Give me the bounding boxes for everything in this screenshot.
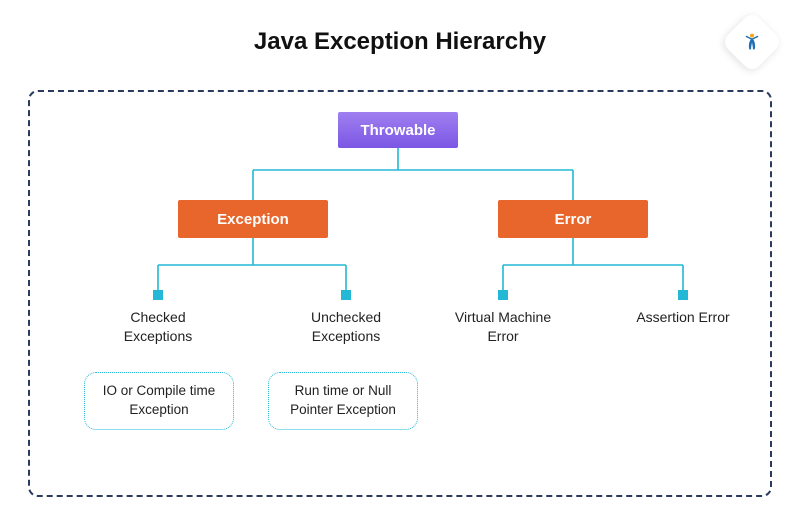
leaf-marker xyxy=(498,290,508,300)
person-reach-icon xyxy=(741,31,763,53)
node-throwable: Throwable xyxy=(338,112,458,148)
node-virtual-machine-error: Virtual Machine Error xyxy=(443,308,563,346)
leaf-marker xyxy=(678,290,688,300)
node-unchecked-exceptions: Unchecked Exceptions xyxy=(286,308,406,346)
connector-lines xyxy=(28,90,772,497)
node-error: Error xyxy=(498,200,648,238)
diagram-canvas: Throwable Exception Error Checked Except… xyxy=(28,90,772,497)
detail-runtime-null-pointer: Run time or Null Pointer Exception xyxy=(268,372,418,430)
leaf-marker xyxy=(153,290,163,300)
leaf-marker xyxy=(341,290,351,300)
page-title: Java Exception Hierarchy xyxy=(0,0,800,74)
detail-io-compile-exception: IO or Compile time Exception xyxy=(84,372,234,430)
node-exception: Exception xyxy=(178,200,328,238)
node-checked-exceptions: Checked Exceptions xyxy=(98,308,218,346)
node-assertion-error: Assertion Error xyxy=(623,308,743,327)
